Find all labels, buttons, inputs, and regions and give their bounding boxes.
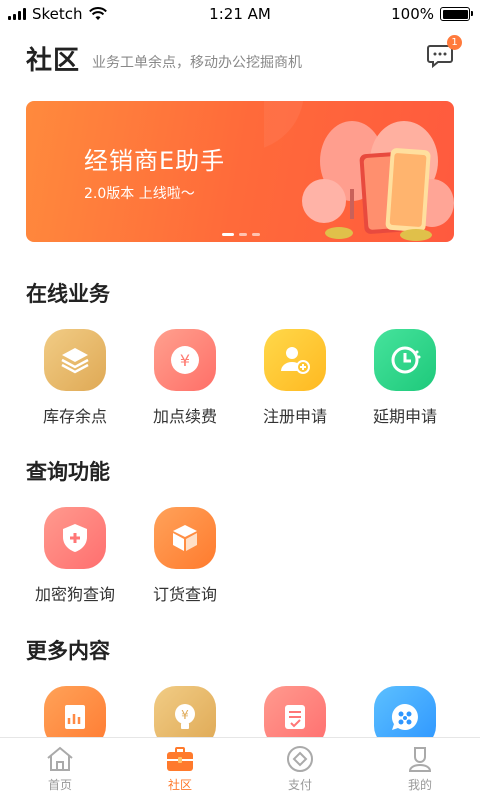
yen-coin-icon: ¥	[154, 329, 216, 391]
layers-icon	[44, 329, 106, 391]
pagination-dot[interactable]	[222, 233, 234, 236]
promo-banner[interactable]: 经销商E助手 2.0版本 上线啦～	[26, 101, 454, 242]
section-title-query: 查询功能	[26, 460, 110, 484]
home-icon	[47, 746, 73, 771]
tile-label: 库存余点	[42, 407, 107, 426]
section-title-more: 更多内容	[26, 639, 110, 663]
tile-label: 订货查询	[152, 585, 217, 604]
svg-text:¥: ¥	[181, 708, 189, 722]
pagination-dot[interactable]	[252, 233, 260, 236]
tile-register-apply[interactable]: 注册申请	[240, 329, 350, 427]
tile-label: 延期申请	[372, 407, 437, 426]
tab-home[interactable]: 首页	[0, 738, 120, 800]
page-subtitle: 业务工单余点，移动办公挖掘商机	[92, 55, 303, 71]
pagination-dot[interactable]	[239, 233, 247, 236]
banner-subtitle: 2.0版本 上线啦～	[84, 186, 195, 202]
box-icon	[154, 507, 216, 569]
query-functions-grid: 加密狗查询 订货查询	[20, 507, 460, 605]
briefcase-icon	[167, 747, 193, 771]
page-title: 社区	[26, 45, 81, 76]
status-bar: Sketch 1:21 AM 100%	[0, 0, 480, 28]
battery-label: 100%	[391, 5, 434, 23]
tile-label: 加密狗查询	[34, 585, 115, 604]
phone-illustration	[264, 101, 454, 241]
tab-label: 支付	[287, 778, 312, 792]
message-badge: 1	[447, 35, 462, 50]
battery-info: 100%	[391, 5, 473, 23]
online-services-grid: 库存余点 ¥ 加点续费 注册申请 延期申请	[20, 329, 460, 427]
tab-pay[interactable]: 支付	[240, 738, 360, 800]
battery-icon	[440, 7, 473, 21]
tile-label: 加点续费	[152, 407, 217, 426]
svg-text:¥: ¥	[180, 351, 190, 370]
profile-icon	[408, 747, 432, 772]
tile-inventory-points[interactable]: 库存余点	[20, 329, 130, 427]
banner-pagination	[222, 233, 260, 236]
shield-plus-icon	[44, 507, 106, 569]
section-title-online: 在线业务	[26, 282, 110, 306]
add-user-icon	[264, 329, 326, 391]
tile-extension-apply[interactable]: 延期申请	[350, 329, 460, 427]
tile-dongle-query[interactable]: 加密狗查询	[20, 507, 130, 605]
tab-community[interactable]: 社区	[120, 738, 240, 800]
message-button[interactable]: 1	[426, 35, 462, 71]
tile-add-points[interactable]: ¥ 加点续费	[130, 329, 240, 427]
banner-title: 经销商E助手	[84, 147, 226, 175]
pay-icon	[287, 746, 313, 772]
tab-mine[interactable]: 我的	[360, 738, 480, 800]
tile-order-query[interactable]: 订货查询	[130, 507, 240, 605]
tab-label: 我的	[407, 778, 432, 792]
bottom-tab-bar: 首页 社区 支付 我的	[0, 737, 480, 800]
tab-label: 社区	[167, 778, 192, 792]
tab-label: 首页	[47, 778, 72, 792]
page-header: 社区 业务工单余点，移动办公挖掘商机 1	[26, 35, 462, 78]
clock-icon	[374, 329, 436, 391]
tile-label: 注册申请	[262, 407, 327, 426]
